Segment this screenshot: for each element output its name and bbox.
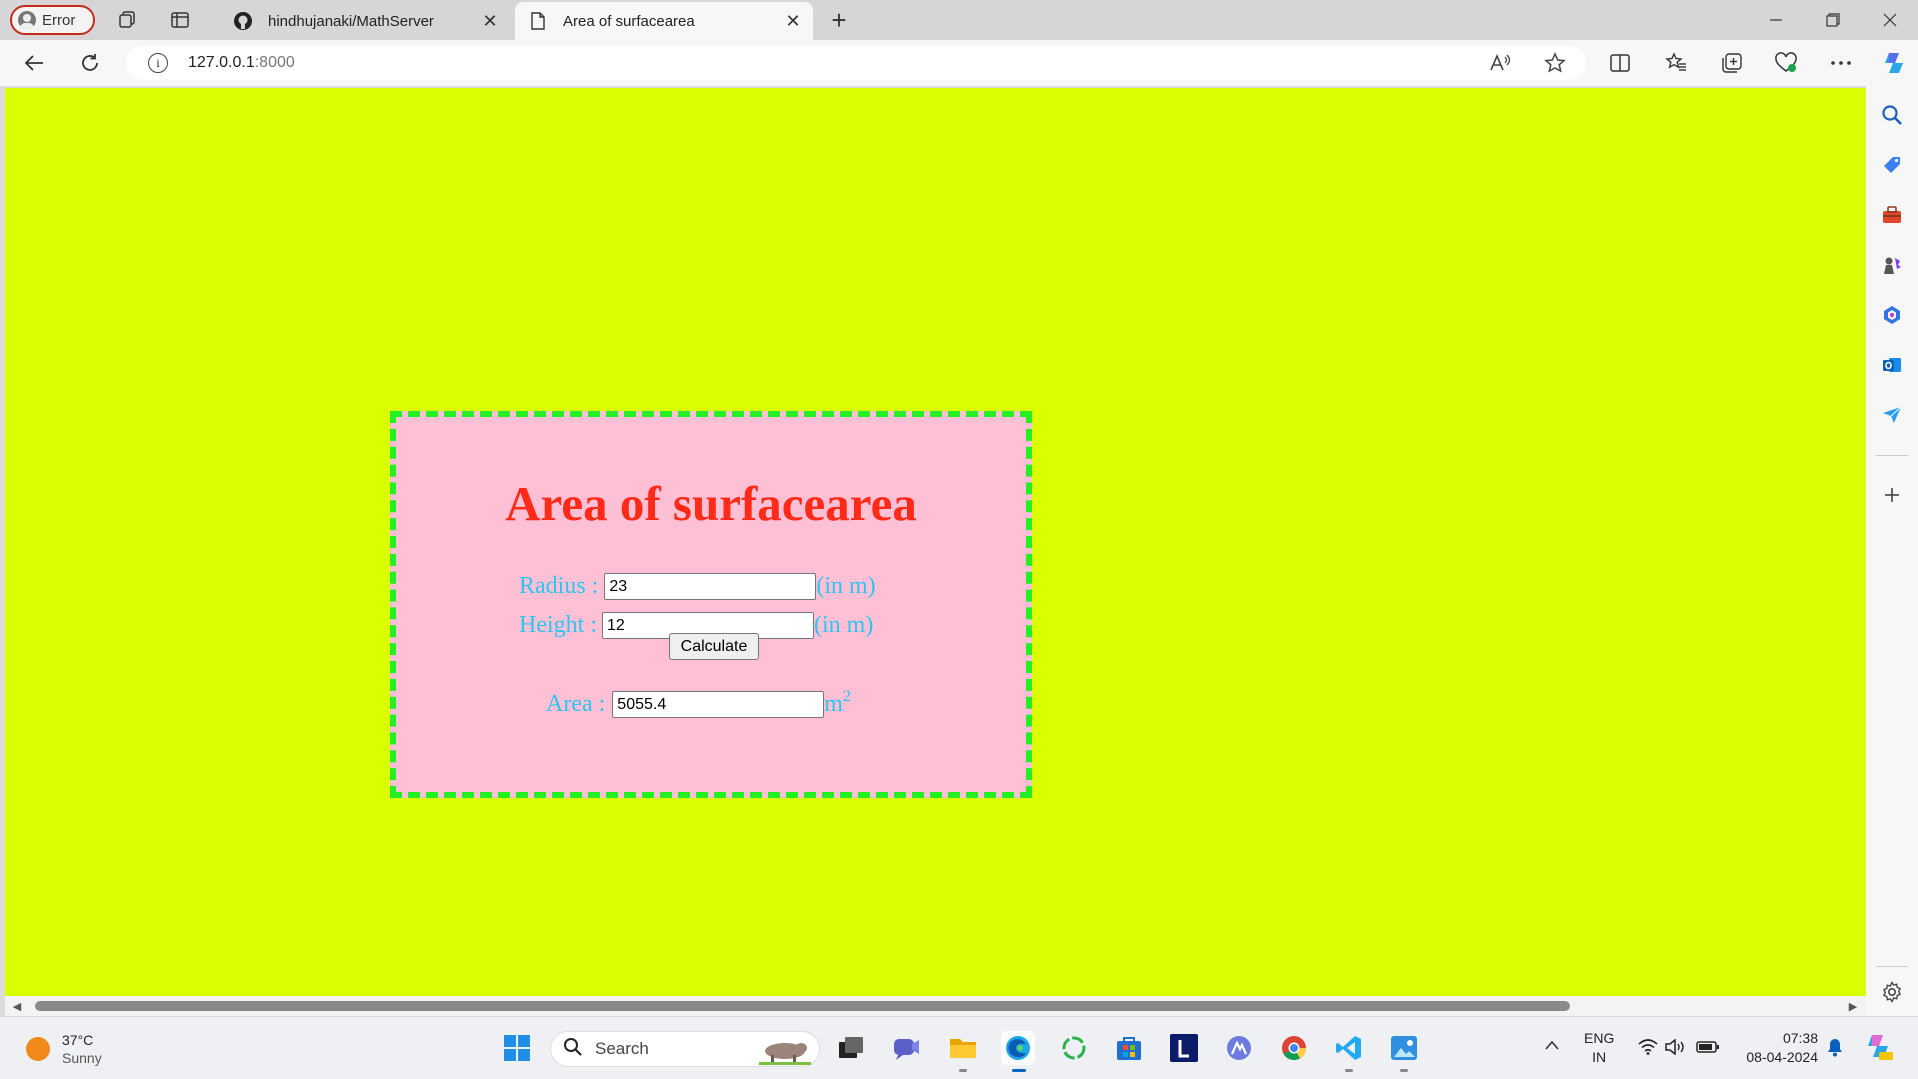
region-code: IN <box>1592 1049 1607 1065</box>
site-info-icon[interactable]: i <box>148 53 168 73</box>
tab-github[interactable]: hindhujanaki/MathServer ✕ <box>220 2 510 40</box>
url-port: :8000 <box>254 54 295 71</box>
area-unit: m <box>824 691 843 717</box>
search-placeholder: Search <box>595 1039 649 1058</box>
battery-icon[interactable] <box>1696 1040 1720 1059</box>
browser-essentials-icon[interactable] <box>1772 49 1800 77</box>
tools-briefcase-icon[interactable] <box>1879 202 1905 228</box>
photos-icon[interactable] <box>1387 1031 1421 1072</box>
store-icon[interactable] <box>1112 1031 1146 1065</box>
search-icon <box>563 1037 583 1062</box>
search-highlight-image-icon <box>759 1035 811 1065</box>
scroll-right-icon[interactable]: ▶ <box>1847 1000 1859 1013</box>
area-row: Area : m2 <box>546 687 851 718</box>
language-indicator[interactable]: ENG IN <box>1584 1029 1614 1067</box>
page-content: Area of surfacearea Radius : (in m) Heig… <box>5 88 1866 1000</box>
sidebar-divider <box>1876 966 1908 967</box>
favorites-icon[interactable] <box>1662 49 1690 77</box>
windows-taskbar: 37°C Sunny Search ENG IN 07:38 08-04-202… <box>0 1016 1918 1079</box>
copilot-pre-icon[interactable] <box>1864 1032 1894 1067</box>
clock[interactable]: 07:38 08-04-2024 <box>1736 1029 1818 1067</box>
workspaces-icon[interactable] <box>115 8 139 32</box>
show-hidden-icons-chevron-up-icon[interactable] <box>1544 1037 1560 1056</box>
reload-icon[interactable] <box>76 49 104 77</box>
page-title: Area of surfacearea <box>505 476 917 531</box>
outlook-icon[interactable] <box>1879 352 1905 378</box>
edge-icon[interactable] <box>1001 1031 1035 1072</box>
sidebar-divider <box>1876 455 1908 456</box>
close-window-icon[interactable] <box>1870 4 1910 36</box>
calculator-card: Area of surfacearea Radius : (in m) Heig… <box>390 411 1032 798</box>
area-label: Area : <box>546 691 606 717</box>
height-label: Height : <box>519 612 597 638</box>
browser-title-bar: Error hindhujanaki/MathServer ✕ Area of … <box>0 0 1918 40</box>
volume-icon[interactable] <box>1665 1038 1687 1060</box>
area-output[interactable] <box>612 691 825 718</box>
settings-gear-icon[interactable] <box>1879 979 1905 1005</box>
tab-area-of-surfacearea[interactable]: Area of surfacearea ✕ <box>515 2 813 40</box>
scrollbar-thumb[interactable] <box>35 1001 1570 1011</box>
copilot-icon[interactable] <box>1880 49 1908 77</box>
scroll-left-icon[interactable]: ◀ <box>11 1000 23 1013</box>
tab-title: hindhujanaki/MathServer <box>268 12 434 30</box>
taskbar-search[interactable]: Search <box>550 1031 820 1067</box>
radius-label: Radius : <box>519 573 599 599</box>
weather-condition: Sunny <box>62 1050 102 1066</box>
refresh-app-icon[interactable] <box>1057 1031 1091 1065</box>
browser-toolbar: i 127.0.0.1:8000 <box>0 40 1918 86</box>
file-explorer-icon[interactable] <box>946 1031 980 1072</box>
restore-icon[interactable] <box>1813 4 1853 36</box>
windows-start-icon[interactable] <box>500 1031 534 1065</box>
sun-icon <box>26 1037 50 1061</box>
page-icon <box>527 10 549 32</box>
weather-widget[interactable]: 37°C Sunny <box>26 1031 102 1067</box>
minimize-icon[interactable] <box>1756 4 1796 36</box>
avatar-icon <box>18 11 36 29</box>
profile-button[interactable]: Error <box>10 5 95 35</box>
search-icon[interactable] <box>1879 102 1905 128</box>
games-icon[interactable] <box>1879 252 1905 278</box>
collections-icon[interactable] <box>1718 49 1746 77</box>
url-host: 127.0.0.1 <box>188 54 255 71</box>
close-tab-icon[interactable]: ✕ <box>781 9 805 33</box>
close-tab-icon[interactable]: ✕ <box>478 9 502 33</box>
shopping-tag-icon[interactable] <box>1879 152 1905 178</box>
split-screen-icon[interactable] <box>1606 49 1634 77</box>
back-arrow-icon[interactable] <box>20 49 48 77</box>
l-app-icon[interactable] <box>1167 1031 1201 1065</box>
notification-bell-icon[interactable] <box>1826 1037 1844 1062</box>
github-icon <box>232 10 254 32</box>
language-code: ENG <box>1584 1030 1615 1046</box>
weather-temp: 37°C <box>62 1032 94 1048</box>
radius-row: Radius : (in m) <box>519 573 876 600</box>
wifi-icon[interactable] <box>1638 1039 1658 1060</box>
chrome-icon[interactable] <box>1277 1031 1311 1065</box>
new-tab-button[interactable]: + <box>825 5 853 35</box>
tab-title: Area of surfacearea <box>563 12 695 30</box>
area-unit-exponent: 2 <box>842 687 851 705</box>
vertical-tabs-icon[interactable] <box>168 8 192 32</box>
radius-unit: (in m) <box>816 573 876 599</box>
send-plane-icon[interactable] <box>1879 402 1905 428</box>
favorite-star-icon[interactable] <box>1543 51 1567 75</box>
address-bar[interactable]: i 127.0.0.1:8000 <box>126 46 1586 80</box>
task-view-icon[interactable] <box>834 1031 868 1065</box>
read-aloud-icon[interactable] <box>1488 51 1512 75</box>
vscode-icon[interactable] <box>1332 1031 1366 1072</box>
radius-input[interactable] <box>604 573 817 600</box>
clock-date: 08-04-2024 <box>1746 1049 1818 1065</box>
profile-label: Error <box>42 11 76 29</box>
edge-sidebar <box>1866 86 1918 1016</box>
clock-time: 07:38 <box>1782 1030 1818 1046</box>
teams-chat-icon[interactable] <box>890 1031 924 1065</box>
add-icon[interactable] <box>1879 482 1905 508</box>
horizontal-scrollbar[interactable]: ◀ ▶ <box>5 996 1866 1016</box>
arc-app-icon[interactable] <box>1222 1031 1256 1065</box>
calculate-button[interactable]: Calculate <box>669 633 759 660</box>
microsoft-365-icon[interactable] <box>1879 302 1905 328</box>
more-options-icon[interactable] <box>1827 49 1855 77</box>
height-unit: (in m) <box>814 612 874 638</box>
